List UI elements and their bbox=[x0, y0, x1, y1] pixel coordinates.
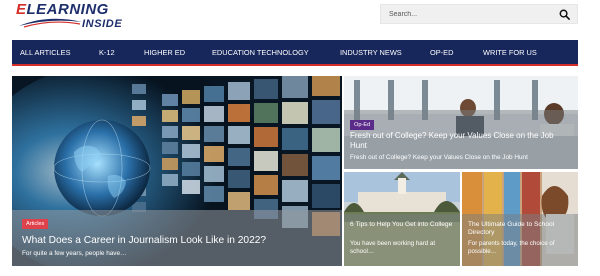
site-header: ELEARNING INSIDE bbox=[0, 0, 600, 40]
search-icon bbox=[559, 9, 570, 20]
hero-excerpt: For quite a few years, people have… bbox=[22, 250, 127, 257]
nav-item-op-ed[interactable]: OP-ED bbox=[430, 48, 453, 57]
logo-subtitle: INSIDE bbox=[82, 18, 123, 30]
article-card[interactable]: 6 Tips to Help You Get into College You … bbox=[344, 172, 460, 266]
hero-title[interactable]: What Does a Career in Journalism Look Li… bbox=[22, 235, 266, 246]
search-button[interactable] bbox=[551, 5, 577, 23]
main-nav: ALL ARTICLES K-12 HIGHER ED EDUCATION TE… bbox=[12, 40, 578, 66]
nav-item-education-technology[interactable]: EDUCATION TECHNOLOGY bbox=[212, 48, 309, 57]
nav-item-write-for-us[interactable]: WRITE FOR US bbox=[483, 48, 537, 57]
search-input[interactable] bbox=[381, 5, 551, 23]
nav-item-industry-news[interactable]: INDUSTRY NEWS bbox=[340, 48, 402, 57]
card-title[interactable]: 6 Tips to Help You Get into College bbox=[350, 221, 456, 229]
article-card[interactable]: The Ultimate Guide to School Directory F… bbox=[462, 172, 578, 266]
card-excerpt: For parents today, the choice of possibl… bbox=[468, 240, 555, 256]
article-card[interactable]: Op-Ed Fresh out of College? Keep your Va… bbox=[344, 76, 578, 169]
nav-item-higher-ed[interactable]: HIGHER ED bbox=[144, 48, 185, 57]
category-tag[interactable]: Articles bbox=[22, 219, 49, 229]
logo-swoosh-icon bbox=[19, 18, 82, 28]
category-tag[interactable]: Op-Ed bbox=[350, 120, 375, 130]
nav-item-k12[interactable]: K-12 bbox=[99, 48, 115, 57]
nav-item-all-articles[interactable]: ALL ARTICLES bbox=[20, 48, 71, 57]
card-title[interactable]: Fresh out of College? Keep your Values C… bbox=[350, 131, 572, 151]
featured-article[interactable]: Articles What Does a Career in Journalis… bbox=[12, 76, 342, 266]
card-excerpt: You have been working hard at school… bbox=[350, 240, 436, 256]
search-box bbox=[380, 4, 578, 24]
card-title[interactable]: The Ultimate Guide to School Directory bbox=[468, 221, 574, 237]
site-logo[interactable]: ELEARNING INSIDE bbox=[16, 2, 126, 34]
card-excerpt: Fresh out of College? Keep your Values C… bbox=[350, 154, 528, 161]
